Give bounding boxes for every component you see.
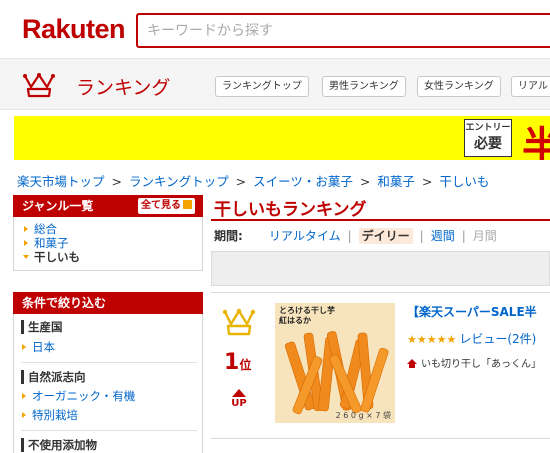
ranking-bar: ランキング ランキングトップ 男性ランキング 女性ランキング リアル — [0, 58, 550, 110]
genre-item[interactable]: 総合 — [24, 222, 202, 236]
nav-ranking-top[interactable]: ランキングトップ — [215, 76, 309, 97]
divider — [21, 362, 197, 363]
divider — [211, 292, 550, 293]
rating: ★★★★★ レビュー(2件) — [407, 330, 536, 347]
breadcrumb-separator: > — [111, 174, 122, 189]
breadcrumb-item[interactable]: スイーツ・お菓子 — [253, 174, 353, 189]
period-separator: | — [419, 229, 424, 243]
trend-label: UP — [231, 398, 247, 409]
rakuten-logo[interactable]: Rakuten — [22, 14, 126, 45]
shop-link[interactable]: いも切り干し「あっくん」 — [407, 355, 541, 370]
breadcrumb-item[interactable]: ランキングトップ — [129, 174, 229, 189]
breadcrumb-item[interactable]: 和菓子 — [377, 174, 415, 189]
entry-required-badge: エントリー 必要 — [464, 119, 512, 157]
entry-label: エントリー — [465, 123, 511, 133]
rank-number: 1位 — [224, 350, 251, 375]
nav-women-ranking[interactable]: 女性ランキング — [417, 76, 501, 97]
shop-name: いも切り干し「あっくん」 — [421, 359, 541, 370]
filter-group-title: 生産国 — [21, 320, 63, 334]
nav-men-ranking[interactable]: 男性ランキング — [322, 76, 406, 97]
ranking-title[interactable]: ランキング — [76, 73, 170, 100]
filter-panel: 生産国 日本 自然派志向 オーガニック・有機 特別栽培 不使用添加物 — [13, 314, 203, 453]
shop-house-icon — [407, 359, 417, 368]
period-label: 期間: — [214, 229, 243, 243]
genre-panel: ジャンル一覧 全て見る 総合 和菓子 干しいも — [13, 195, 203, 271]
tab-monthly: 月間 — [472, 229, 497, 243]
up-arrow-icon — [232, 389, 246, 397]
tab-realtime[interactable]: リアルタイム — [269, 229, 341, 243]
divider — [211, 438, 550, 439]
gold-crown-icon — [222, 308, 256, 336]
genre-item-current: 干しいも — [23, 250, 202, 264]
page-title: 干しいもランキング — [214, 200, 367, 220]
breadcrumb-separator: > — [421, 174, 433, 189]
search-input[interactable] — [138, 15, 550, 46]
period-tabs: 期間: リアルタイム | デイリー | 週間 | 月間 — [214, 227, 497, 244]
rank-value: 1 — [224, 350, 240, 375]
review-link[interactable]: レビュー(2件) — [459, 332, 536, 346]
nav-realtime-ranking[interactable]: リアル — [511, 76, 550, 97]
tab-daily[interactable]: デイリー — [358, 228, 413, 244]
search-box[interactable] — [136, 13, 550, 48]
breadcrumb-separator: > — [359, 174, 371, 189]
filter-group-title: 自然派志向 — [21, 370, 86, 384]
filter-group-title: 不使用添加物 — [21, 438, 97, 452]
thumb-weight: 2 6 0 g × 7 袋 — [335, 411, 391, 420]
breadcrumb-item[interactable]: 楽天市場トップ — [17, 174, 105, 189]
filter-item[interactable]: 日本 — [22, 340, 55, 354]
thumb-label-line2: 紅はるか — [279, 316, 311, 325]
breadcrumb-separator: > — [235, 174, 247, 189]
view-all-label: 全て見る — [141, 200, 181, 211]
rank-unit: 位 — [239, 358, 252, 372]
genre-panel-title: ジャンル一覧 — [22, 199, 94, 213]
title-underline — [211, 219, 550, 221]
crown-icon — [23, 73, 55, 98]
view-all-button[interactable]: 全て見る — [138, 198, 195, 214]
thumb-label-line1: とろける干し芋 — [279, 306, 335, 315]
divider — [21, 430, 197, 431]
product-title-link[interactable]: 【楽天スーパーSALE半 — [407, 303, 537, 320]
period-separator: | — [347, 229, 352, 243]
filter-panel-header: 条件で絞り込む — [13, 292, 203, 314]
breadcrumb: 楽天市場トップ > ランキングトップ > スイーツ・お菓子 > 和菓子 > 干しいも — [17, 171, 489, 190]
breadcrumb-item[interactable]: 干しいも — [439, 174, 489, 189]
star-rating-icon: ★★★★★ — [407, 333, 457, 346]
genre-item[interactable]: 和菓子 — [24, 236, 202, 250]
rank-trend: UP — [229, 389, 249, 409]
filter-bar — [211, 251, 550, 286]
site-header: Rakuten — [0, 0, 550, 58]
period-separator: | — [461, 229, 466, 243]
thumb-label: とろける干し芋 紅はるか — [279, 306, 335, 326]
product-image[interactable]: とろける干し芋 紅はるか 2 6 0 g × 7 袋 — [275, 303, 395, 423]
banner-big-text: 半 — [522, 124, 550, 160]
required-label: 必要 — [474, 136, 502, 152]
sale-banner[interactable]: エントリー 必要 半 — [14, 116, 550, 160]
genre-list: 総合 和菓子 干しいも — [13, 217, 203, 271]
arrow-square-icon — [183, 200, 192, 209]
filter-item[interactable]: オーガニック・有機 — [22, 389, 135, 403]
genre-panel-header: ジャンル一覧 全て見る — [13, 195, 203, 217]
filter-item[interactable]: 特別栽培 — [22, 408, 78, 422]
tab-weekly[interactable]: 週間 — [431, 229, 455, 243]
